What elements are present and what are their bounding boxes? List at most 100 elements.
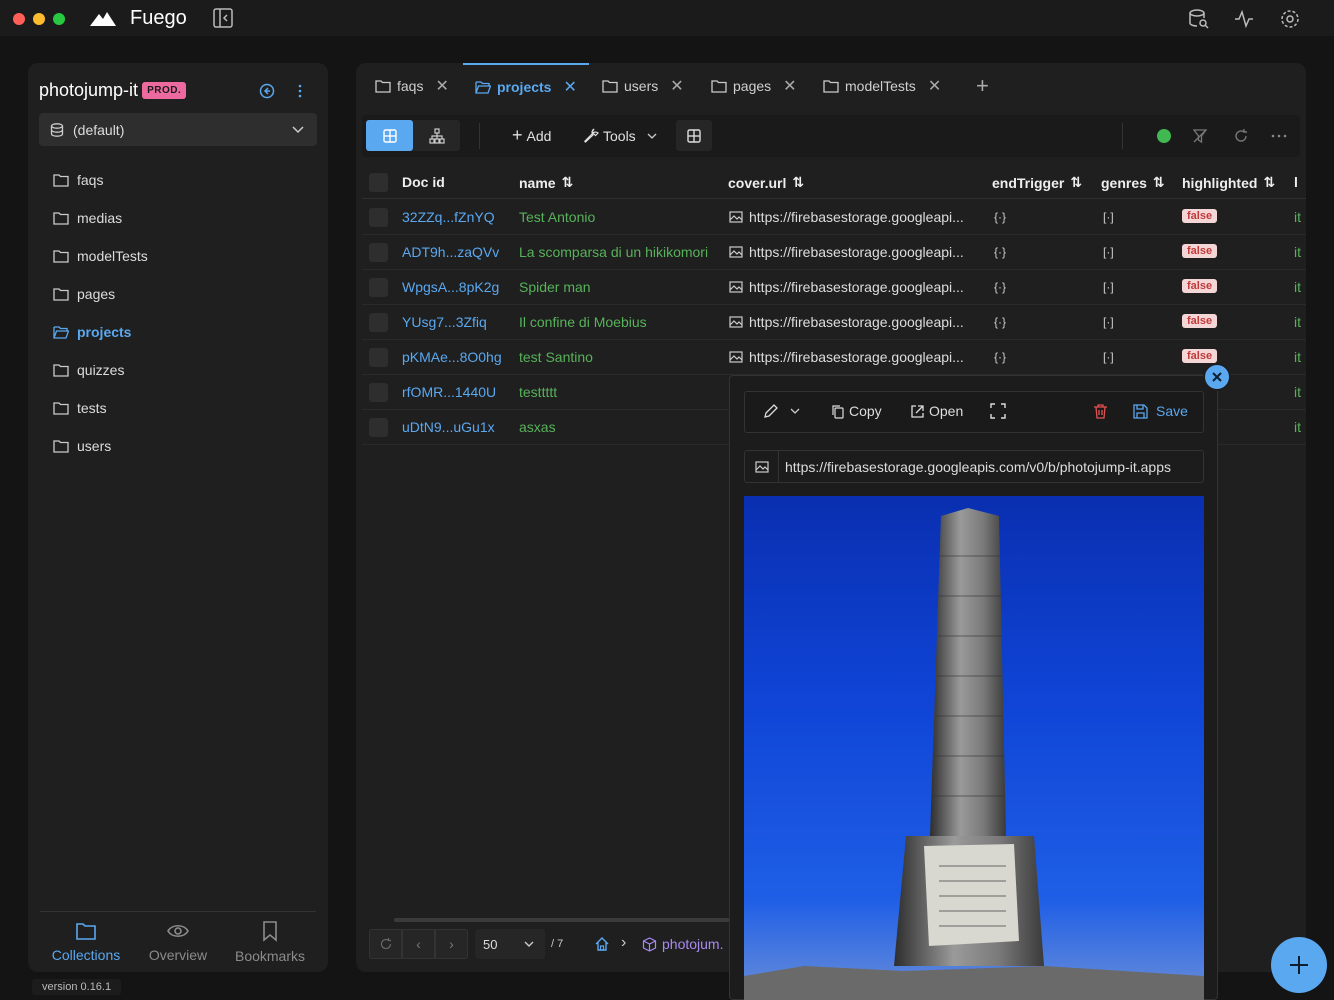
array-value-icon[interactable]: [·] — [1103, 315, 1114, 329]
sidebar-item-users[interactable]: users — [53, 434, 111, 458]
boolean-badge[interactable]: false — [1182, 279, 1218, 293]
truncated-cell[interactable]: it — [1294, 384, 1301, 400]
table-row[interactable]: 32ZZq...fZnYQ Test Antonio https://fireb… — [362, 200, 1306, 235]
image-url-input[interactable]: https://firebasestorage.googleapis.com/v… — [744, 450, 1204, 483]
horizontal-scrollbar[interactable] — [394, 918, 734, 922]
settings-gear-icon[interactable] — [1279, 8, 1301, 30]
name-cell[interactable]: testtttt — [519, 384, 557, 400]
boolean-badge[interactable]: false — [1182, 209, 1218, 223]
truncated-cell[interactable]: it — [1294, 209, 1301, 225]
sort-icon[interactable]: ⇅ — [1153, 174, 1165, 191]
home-icon[interactable] — [594, 936, 610, 952]
cover-url-cell[interactable]: https://firebasestorage.googleapi... — [729, 244, 964, 260]
tab-faqs[interactable]: faqs ✕ — [363, 63, 461, 109]
map-value-icon[interactable]: {·} — [994, 350, 1006, 364]
filter-off-icon[interactable] — [1192, 128, 1208, 144]
switch-project-icon[interactable] — [259, 83, 275, 99]
minimize-window-button[interactable] — [33, 13, 45, 25]
breadcrumb-project[interactable]: photojum. — [662, 936, 723, 952]
page-size-select[interactable]: 50 — [475, 929, 545, 959]
name-cell[interactable]: Test Antonio — [519, 209, 595, 225]
name-cell[interactable]: asxas — [519, 419, 556, 435]
cover-url-cell[interactable]: https://firebasestorage.googleapi... — [729, 279, 964, 295]
doc-id-link[interactable]: WpgsA...8pK2g — [402, 279, 499, 295]
activity-icon[interactable] — [1233, 8, 1255, 30]
row-checkbox[interactable] — [369, 383, 388, 402]
nav-overview[interactable]: Overview — [132, 912, 224, 971]
table-row[interactable]: YUsg7...3Zfiq Il confine di Moebius http… — [362, 305, 1306, 340]
open-button[interactable]: Open — [910, 403, 963, 419]
array-value-icon[interactable]: [·] — [1103, 280, 1114, 294]
name-cell[interactable]: Il confine di Moebius — [519, 314, 647, 330]
row-checkbox[interactable] — [369, 348, 388, 367]
columns-button[interactable] — [676, 120, 712, 151]
table-row[interactable]: ADT9h...zaQVv La scomparsa di un hikikom… — [362, 235, 1306, 270]
truncated-cell[interactable]: it — [1294, 349, 1301, 365]
delete-button[interactable] — [1093, 403, 1108, 419]
array-value-icon[interactable]: [·] — [1103, 350, 1114, 364]
column-header-endtrigger[interactable]: endTrigger ⇅ — [992, 174, 1082, 191]
boolean-badge[interactable]: false — [1182, 349, 1218, 363]
sort-icon[interactable]: ⇅ — [792, 174, 804, 191]
tree-view-button[interactable] — [413, 120, 460, 151]
table-row[interactable]: WpgsA...8pK2g Spider man https://firebas… — [362, 270, 1306, 305]
row-checkbox[interactable] — [369, 278, 388, 297]
add-tab-button[interactable]: + — [976, 75, 989, 97]
database-search-icon[interactable] — [1187, 8, 1209, 30]
copy-button[interactable]: Copy — [831, 403, 882, 419]
row-checkbox[interactable] — [369, 418, 388, 437]
close-tab-icon[interactable]: ✕ — [435, 76, 448, 96]
sort-icon[interactable]: ⇅ — [1070, 174, 1082, 191]
save-button[interactable]: Save — [1133, 403, 1188, 419]
next-page-button[interactable]: › — [435, 929, 468, 959]
sort-icon[interactable]: ⇅ — [1263, 174, 1275, 191]
doc-id-link[interactable]: pKMAe...8O0hg — [402, 349, 502, 365]
name-cell[interactable]: La scomparsa di un hikikomori — [519, 244, 708, 260]
fullscreen-button[interactable] — [990, 403, 1006, 419]
more-options-icon[interactable] — [1270, 128, 1288, 144]
truncated-cell[interactable]: it — [1294, 314, 1301, 330]
project-menu-icon[interactable] — [292, 83, 308, 99]
nav-collections[interactable]: Collections — [40, 912, 132, 971]
name-cell[interactable]: Spider man — [519, 279, 591, 295]
boolean-badge[interactable]: false — [1182, 244, 1218, 258]
sidebar-item-medias[interactable]: medias — [53, 206, 122, 230]
close-window-button[interactable] — [13, 13, 25, 25]
column-header-highlighted[interactable]: highlighted ⇅ — [1182, 174, 1275, 191]
close-tab-icon[interactable]: ✕ — [783, 76, 796, 96]
tab-modeltests[interactable]: modelTests ✕ — [811, 63, 953, 109]
column-header-docid[interactable]: Doc id — [402, 174, 445, 190]
tools-menu-button[interactable]: Tools — [584, 120, 658, 151]
tab-pages[interactable]: pages ✕ — [699, 63, 809, 109]
maximize-window-button[interactable] — [53, 13, 65, 25]
cover-url-cell[interactable]: https://firebasestorage.googleapi... — [729, 349, 964, 365]
doc-id-link[interactable]: 32ZZq...fZnYQ — [402, 209, 495, 225]
sort-icon[interactable]: ⇅ — [562, 174, 574, 191]
table-row[interactable]: pKMAe...8O0hg test Santino https://fireb… — [362, 340, 1306, 375]
column-header-name[interactable]: name ⇅ — [519, 174, 573, 191]
sidebar-item-quizzes[interactable]: quizzes — [53, 358, 124, 382]
select-all-checkbox[interactable] — [369, 173, 388, 192]
add-document-fab[interactable] — [1271, 937, 1327, 993]
tab-projects[interactable]: projects ✕ — [463, 63, 589, 109]
row-checkbox[interactable] — [369, 208, 388, 227]
sidebar-item-modeltests[interactable]: modelTests — [53, 244, 148, 268]
truncated-cell[interactable]: it — [1294, 244, 1301, 260]
column-header-cover-url[interactable]: cover.url ⇅ — [728, 174, 804, 191]
sidebar-item-faqs[interactable]: faqs — [53, 168, 103, 192]
name-cell[interactable]: test Santino — [519, 349, 593, 365]
add-document-button[interactable]: + Add — [512, 120, 551, 151]
edit-mode-button[interactable] — [763, 403, 801, 419]
cover-url-cell[interactable]: https://firebasestorage.googleapi... — [729, 209, 964, 225]
close-tab-icon[interactable]: ✕ — [670, 76, 683, 96]
database-select[interactable]: (default) — [39, 113, 317, 146]
toggle-sidebar-icon[interactable] — [212, 7, 234, 29]
table-view-button[interactable] — [366, 120, 413, 151]
sidebar-item-projects[interactable]: projects — [53, 320, 131, 344]
doc-id-link[interactable]: rfOMR...1440U — [402, 384, 496, 400]
array-value-icon[interactable]: [·] — [1103, 245, 1114, 259]
truncated-cell[interactable]: it — [1294, 279, 1301, 295]
map-value-icon[interactable]: {·} — [994, 210, 1006, 224]
reload-page-button[interactable] — [369, 929, 402, 959]
doc-id-link[interactable]: ADT9h...zaQVv — [402, 244, 499, 260]
